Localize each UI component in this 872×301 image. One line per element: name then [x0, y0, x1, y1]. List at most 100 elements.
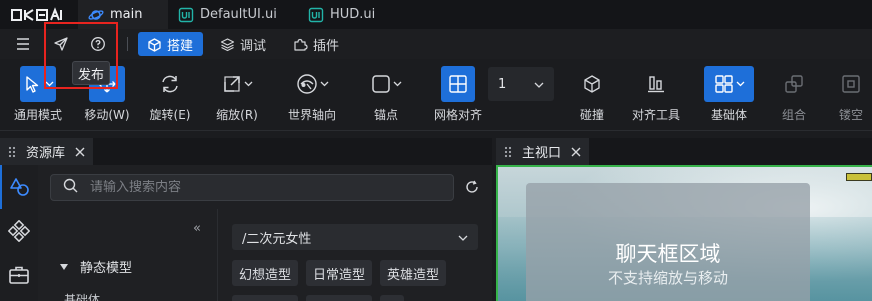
tool-button[interactable] — [575, 66, 609, 102]
tab-main-viewport[interactable]: 主视口 — [496, 138, 590, 165]
rail-shapes-button[interactable] — [0, 165, 38, 209]
rotate-icon — [162, 75, 178, 93]
tool-label: 世界轴向 — [287, 108, 336, 122]
tree-item-label: 静态模型 — [80, 261, 133, 276]
tool-general-mode[interactable]: 通用模式 — [8, 59, 68, 131]
grid-blocks-icon — [714, 75, 733, 93]
chat-area-placeholder[interactable]: 聊天框区域 不支持缩放与移动 — [526, 183, 810, 301]
chevron-down-icon — [45, 81, 54, 87]
file-tab-label: DefaultUI.ui — [200, 7, 277, 22]
tool-label: 碰撞 — [579, 108, 604, 122]
scene-viewport[interactable]: 聊天框区域 不支持缩放与移动 — [496, 165, 872, 301]
tool-scale[interactable]: 缩放(R) — [212, 59, 262, 131]
tool-label: 组合 — [781, 108, 806, 122]
mode-debug-button[interactable]: 调试 — [211, 32, 276, 56]
category-select-value: /二次元女性 — [242, 231, 312, 247]
filter-chip[interactable]: 日常造型 — [306, 260, 372, 286]
chevron-down-icon — [393, 81, 402, 87]
refresh-icon[interactable] — [463, 178, 481, 196]
search-input[interactable] — [90, 180, 430, 195]
tool-button[interactable] — [152, 66, 188, 102]
tool-label: 锚点 — [373, 108, 398, 122]
tool-world-axis[interactable]: 世界轴向 — [284, 59, 340, 131]
mode-build-button[interactable]: 搭建 — [138, 32, 204, 56]
file-tab-defaultui[interactable]: DefaultUI.ui — [168, 0, 298, 29]
tool-button[interactable] — [289, 66, 335, 102]
mode-bar: 搭建 调试 插件 — [0, 29, 872, 59]
chevron-down-icon — [736, 81, 745, 87]
planet-icon — [88, 7, 104, 23]
tool-anchor[interactable]: 锚点 — [362, 59, 410, 131]
asset-tree: « 静态模型 基础体 — [38, 209, 218, 301]
tool-rotate[interactable]: 旋转(E) — [145, 59, 195, 131]
tree-item-basic-bodies[interactable]: 基础体 — [64, 291, 100, 301]
filter-chip[interactable]: 幻想造型 — [232, 260, 298, 286]
tool-button[interactable] — [363, 66, 409, 102]
drag-handle-icon[interactable] — [8, 146, 18, 158]
filter-chip[interactable]: 英雄造型 — [380, 260, 446, 286]
tool-button[interactable] — [214, 66, 260, 102]
paper-plane-icon[interactable] — [46, 29, 76, 59]
grid-icon — [449, 75, 467, 93]
transform-toolbar: 通用模式 移动(W) 旋转(E) 缩放(R) 世界轴向 锚点 网格对齐 1 碰撞… — [0, 59, 872, 131]
hollow-icon — [842, 75, 860, 93]
asset-panel-tabbar: 资源库 — [0, 138, 492, 165]
tool-label: 镂空 — [838, 108, 863, 122]
layers-icon — [219, 36, 235, 52]
viewport-marker — [846, 173, 872, 181]
tool-button[interactable] — [777, 66, 811, 102]
question-circle-icon[interactable] — [83, 29, 113, 59]
divider — [127, 37, 128, 51]
tool-align[interactable]: 对齐工具 — [628, 59, 684, 131]
close-icon[interactable] — [571, 147, 581, 157]
filter-chip-partial[interactable] — [232, 295, 298, 301]
file-tab-main[interactable]: main — [78, 0, 168, 29]
chevron-down-icon — [534, 77, 544, 92]
app-logo — [0, 0, 78, 29]
tool-label: 旋转(E) — [149, 108, 191, 122]
file-tab-hud[interactable]: HUD.ui — [298, 0, 388, 29]
rail-toolbox-button[interactable] — [0, 253, 38, 297]
tool-button[interactable] — [20, 66, 56, 102]
tool-combine[interactable]: 组合 — [777, 59, 811, 131]
grid-size-value: 1 — [498, 76, 507, 92]
filter-chip-partial[interactable] — [306, 295, 372, 301]
tool-primitives[interactable]: 基础体 — [703, 59, 755, 131]
panel-tab-label: 资源库 — [26, 146, 66, 161]
hamburger-menu-icon[interactable] — [8, 29, 38, 59]
tree-item-static-models[interactable]: 静态模型 — [60, 257, 132, 276]
mode-label: 插件 — [313, 38, 340, 54]
grid-size-select[interactable]: 1 — [488, 67, 554, 101]
shapes-icon — [10, 178, 29, 196]
cursor-icon — [25, 76, 38, 93]
asset-library-body: « 静态模型 基础体 /二次元女性 幻想造型 日常造型 英雄造型 — [38, 165, 492, 301]
search-icon — [63, 178, 78, 197]
tool-collision[interactable]: 碰撞 — [575, 59, 609, 131]
rail-nodes-button[interactable] — [0, 209, 38, 253]
tool-button[interactable] — [704, 66, 754, 102]
tool-label: 对齐工具 — [631, 108, 680, 122]
category-select[interactable]: /二次元女性 — [232, 224, 478, 250]
mode-plugin-button[interactable]: 插件 — [284, 32, 349, 56]
cube-outline-icon — [584, 75, 600, 93]
tool-label: 网格对齐 — [433, 108, 482, 122]
tab-asset-library[interactable]: 资源库 — [0, 138, 94, 165]
drag-handle-icon[interactable] — [504, 146, 514, 158]
align-bars-icon — [648, 76, 664, 93]
tool-grid-snap[interactable]: 网格对齐 — [430, 59, 486, 131]
tool-button[interactable] — [441, 66, 475, 102]
ui-file-icon — [178, 7, 194, 23]
tool-label: 基础体 — [710, 108, 747, 122]
collapse-tree-button[interactable]: « — [193, 221, 201, 236]
tool-button[interactable] — [834, 66, 868, 102]
caret-down-icon — [60, 263, 68, 270]
editor-window: main DefaultUI.ui HUD.ui 搭建 调试 插件 发布 通用模… — [0, 0, 872, 301]
build-icon — [146, 36, 162, 52]
toolbox-icon — [9, 266, 29, 284]
filter-chip-partial[interactable] — [380, 295, 404, 301]
chevron-down-icon — [320, 81, 329, 87]
close-icon[interactable] — [75, 147, 85, 157]
chat-area-title: 聊天框区域 — [615, 242, 721, 266]
tool-hollow[interactable]: 镂空 — [834, 59, 868, 131]
tool-button[interactable] — [639, 66, 673, 102]
